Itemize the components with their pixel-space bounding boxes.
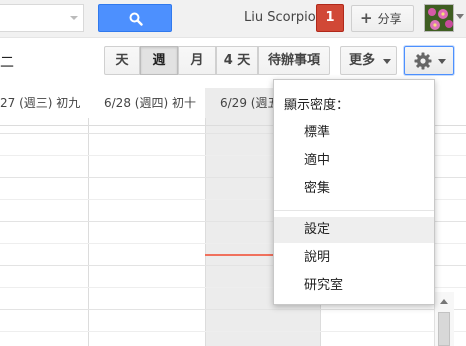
density-standard-option[interactable]: 標準 [274, 120, 434, 146]
avatar[interactable] [424, 4, 454, 32]
menu-divider [274, 210, 434, 211]
avatar-photo [425, 5, 453, 31]
view-month-button[interactable]: 月 [178, 46, 216, 75]
notification-badge[interactable]: 1 [316, 4, 344, 32]
display-density-heading: 顯示密度： [284, 98, 350, 113]
scroll-up-icon[interactable] [438, 296, 450, 306]
day-header-wed[interactable]: 27 (週三) 初九 [0, 88, 88, 118]
user-name[interactable]: Liu Scorpio [244, 10, 316, 25]
half-hour-line [0, 331, 466, 332]
search-options-chevron-down-icon[interactable] [68, 12, 80, 24]
view-week-button[interactable]: 週 [140, 46, 178, 75]
share-label: 分享 [377, 12, 402, 26]
search-button[interactable] [98, 4, 172, 32]
chevron-down-icon [438, 59, 446, 64]
density-comfortable-option[interactable]: 適中 [274, 148, 434, 174]
view-4days-button[interactable]: 4 天 [216, 46, 258, 75]
column-divider [205, 118, 206, 346]
hour-line [0, 309, 466, 310]
view-day-button[interactable]: 天 [104, 46, 140, 75]
settings-button[interactable] [404, 46, 454, 75]
settings-menu-item[interactable]: 設定 [274, 217, 434, 243]
help-menu-item[interactable]: 說明 [274, 245, 434, 271]
date-range-title: 二 [0, 55, 14, 71]
day-header-thu[interactable]: 6/28 (週四) 初十 [104, 88, 204, 118]
search-icon [129, 12, 143, 26]
settings-menu: 顯示密度： 標準 適中 密集 設定 說明 研究室 [273, 79, 435, 305]
more-button[interactable]: 更多 [340, 46, 397, 75]
scrollbar-thumb[interactable] [438, 312, 450, 346]
account-chevron-down-icon[interactable] [456, 14, 464, 20]
more-label: 更多 [349, 53, 376, 68]
chevron-down-icon [383, 59, 391, 64]
column-divider [88, 118, 89, 346]
view-agenda-button[interactable]: 待辦事項 [258, 46, 330, 75]
density-compact-option[interactable]: 密集 [274, 176, 434, 202]
labs-menu-item[interactable]: 研究室 [274, 273, 434, 299]
plus-icon: + [360, 9, 373, 27]
share-button[interactable]: + 分享 [351, 5, 414, 32]
gear-icon [414, 52, 432, 70]
